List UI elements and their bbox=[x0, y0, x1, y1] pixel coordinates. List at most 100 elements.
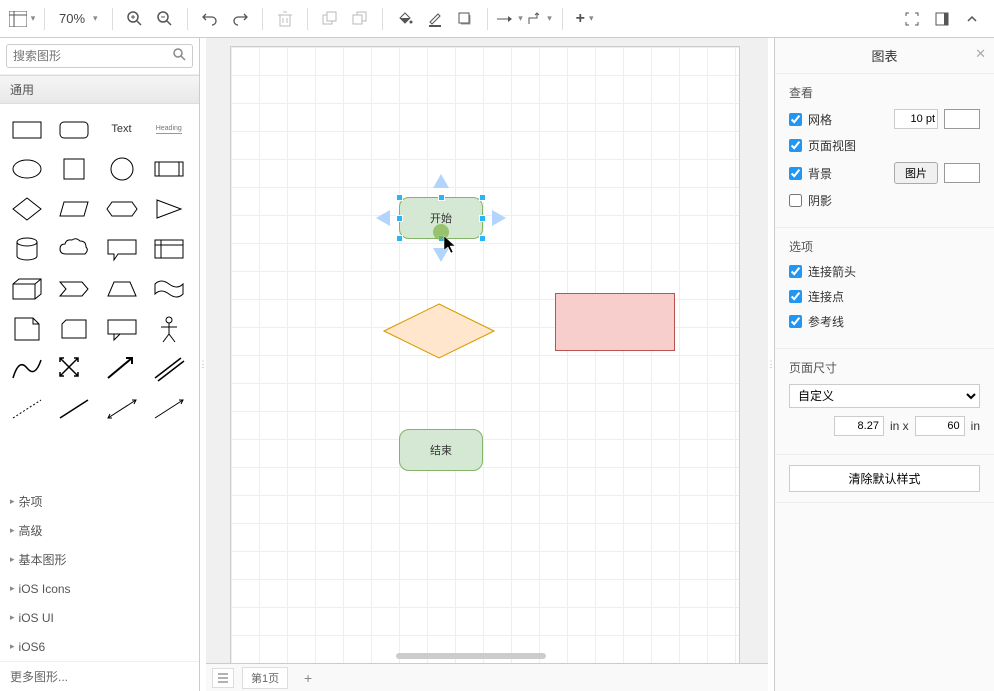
format-panel-toggle[interactable] bbox=[928, 5, 956, 33]
canvas-shape-start[interactable]: 开始 bbox=[399, 197, 483, 239]
conn-points-checkbox[interactable] bbox=[789, 290, 802, 303]
diagram-canvas[interactable]: 开始 bbox=[230, 46, 740, 663]
shape-cube[interactable] bbox=[6, 270, 48, 308]
conn-points-label: 连接点 bbox=[808, 288, 980, 305]
canvas-shape-process[interactable] bbox=[555, 293, 675, 351]
fill-color-button[interactable] bbox=[391, 5, 419, 33]
shadow-checkbox[interactable] bbox=[789, 194, 802, 207]
shape-heading[interactable]: Heading bbox=[148, 110, 190, 148]
canvas-shape-decision[interactable] bbox=[383, 303, 495, 359]
shape-card[interactable] bbox=[53, 310, 95, 348]
shapes-sidebar: 通用 Text Heading bbox=[0, 38, 200, 691]
shape-arrow[interactable] bbox=[101, 350, 143, 388]
chevron-right-icon: ▸ bbox=[10, 583, 15, 594]
shape-hexagon[interactable] bbox=[101, 190, 143, 228]
shape-circle[interactable] bbox=[101, 150, 143, 188]
shape-actor[interactable] bbox=[148, 310, 190, 348]
toolbar-separator bbox=[112, 8, 113, 30]
shape-cylinder[interactable] bbox=[6, 230, 48, 268]
redo-button[interactable] bbox=[226, 5, 254, 33]
line-color-button[interactable] bbox=[421, 5, 449, 33]
connection-style-button[interactable]: ▾ bbox=[496, 5, 524, 33]
category-label: 杂项 bbox=[19, 493, 43, 510]
shape-dashed-line[interactable] bbox=[6, 390, 48, 428]
toolbar-separator bbox=[487, 8, 488, 30]
to-back-button[interactable] bbox=[346, 5, 374, 33]
insert-button[interactable]: + ▾ bbox=[571, 5, 599, 33]
background-image-button[interactable]: 图片 bbox=[894, 162, 938, 184]
category-misc[interactable]: ▸杂项 bbox=[0, 487, 199, 516]
main-toolbar: ▾ 70% ▾ ▾ ▾ bbox=[0, 0, 994, 38]
toolbar-separator bbox=[562, 8, 563, 30]
close-icon[interactable]: ✕ bbox=[975, 46, 986, 62]
shape-bidir-connector[interactable] bbox=[101, 390, 143, 428]
outline-button[interactable] bbox=[212, 668, 234, 688]
add-page-button[interactable]: + bbox=[296, 670, 320, 686]
shape-link[interactable] bbox=[148, 350, 190, 388]
shadow-button[interactable] bbox=[451, 5, 479, 33]
options-section-title: 选项 bbox=[789, 238, 980, 255]
shape-note[interactable] bbox=[6, 310, 48, 348]
shape-internal-storage[interactable] bbox=[148, 230, 190, 268]
more-shapes-link[interactable]: 更多图形... bbox=[0, 661, 199, 691]
shape-process[interactable] bbox=[148, 150, 190, 188]
zoom-out-button[interactable] bbox=[151, 5, 179, 33]
category-general[interactable]: 通用 bbox=[0, 75, 199, 104]
shape-ellipse[interactable] bbox=[6, 150, 48, 188]
shape-bidir-arrow[interactable] bbox=[53, 350, 95, 388]
view-layout-button[interactable]: ▾ bbox=[8, 5, 36, 33]
page-height-input[interactable] bbox=[915, 416, 965, 436]
grid-size-input[interactable] bbox=[894, 109, 938, 129]
to-front-button[interactable] bbox=[316, 5, 344, 33]
page-view-checkbox[interactable] bbox=[789, 139, 802, 152]
shape-rectangle[interactable] bbox=[6, 110, 48, 148]
conn-arrows-checkbox[interactable] bbox=[789, 265, 802, 278]
search-input[interactable] bbox=[13, 49, 173, 63]
category-label: iOS6 bbox=[19, 640, 46, 654]
grid-checkbox[interactable] bbox=[789, 113, 802, 126]
shape-step[interactable] bbox=[53, 270, 95, 308]
category-ios-ui[interactable]: ▸iOS UI bbox=[0, 603, 199, 632]
page-size-section-title: 页面尺寸 bbox=[789, 359, 980, 376]
category-ios6[interactable]: ▸iOS6 bbox=[0, 632, 199, 661]
guides-label: 参考线 bbox=[808, 313, 980, 330]
shape-triangle[interactable] bbox=[148, 190, 190, 228]
canvas-shape-end[interactable]: 结束 bbox=[399, 429, 483, 471]
shape-curve[interactable] bbox=[6, 350, 48, 388]
search-icon[interactable] bbox=[173, 48, 186, 64]
shape-trapezoid[interactable] bbox=[101, 270, 143, 308]
shape-tape[interactable] bbox=[148, 270, 190, 308]
category-label: 基本图形 bbox=[19, 551, 67, 568]
horizontal-scrollbar[interactable] bbox=[396, 653, 546, 659]
shape-diamond[interactable] bbox=[6, 190, 48, 228]
category-ios-icons[interactable]: ▸iOS Icons bbox=[0, 574, 199, 603]
zoom-in-button[interactable] bbox=[121, 5, 149, 33]
dropdown-arrow-icon: ▾ bbox=[93, 13, 98, 24]
clear-default-style-button[interactable]: 清除默认样式 bbox=[789, 465, 980, 492]
background-checkbox[interactable] bbox=[789, 167, 802, 180]
collapse-button[interactable] bbox=[958, 5, 986, 33]
shape-rounded-rect[interactable] bbox=[53, 110, 95, 148]
shape-palette: Text Heading bbox=[0, 104, 199, 434]
shape-cloud[interactable] bbox=[53, 230, 95, 268]
zoom-dropdown[interactable]: 70% ▾ bbox=[53, 11, 104, 26]
delete-button[interactable] bbox=[271, 5, 299, 33]
page-size-select[interactable]: 自定义 bbox=[789, 384, 980, 408]
waypoint-style-button[interactable]: ▾ bbox=[526, 5, 554, 33]
category-advanced[interactable]: ▸高级 bbox=[0, 516, 199, 545]
shape-dir-connector[interactable] bbox=[148, 390, 190, 428]
shape-parallelogram[interactable] bbox=[53, 190, 95, 228]
shape-text[interactable]: Text bbox=[101, 110, 143, 148]
category-basic[interactable]: ▸基本图形 bbox=[0, 545, 199, 574]
undo-button[interactable] bbox=[196, 5, 224, 33]
page-tab-1[interactable]: 第1页 bbox=[242, 667, 288, 689]
shape-callout[interactable] bbox=[101, 230, 143, 268]
fullscreen-button[interactable] bbox=[898, 5, 926, 33]
page-width-input[interactable] bbox=[834, 416, 884, 436]
grid-color-swatch[interactable] bbox=[944, 109, 980, 129]
shape-square[interactable] bbox=[53, 150, 95, 188]
shape-callout-rect[interactable] bbox=[101, 310, 143, 348]
shape-line[interactable] bbox=[53, 390, 95, 428]
guides-checkbox[interactable] bbox=[789, 315, 802, 328]
background-color-swatch[interactable] bbox=[944, 163, 980, 183]
